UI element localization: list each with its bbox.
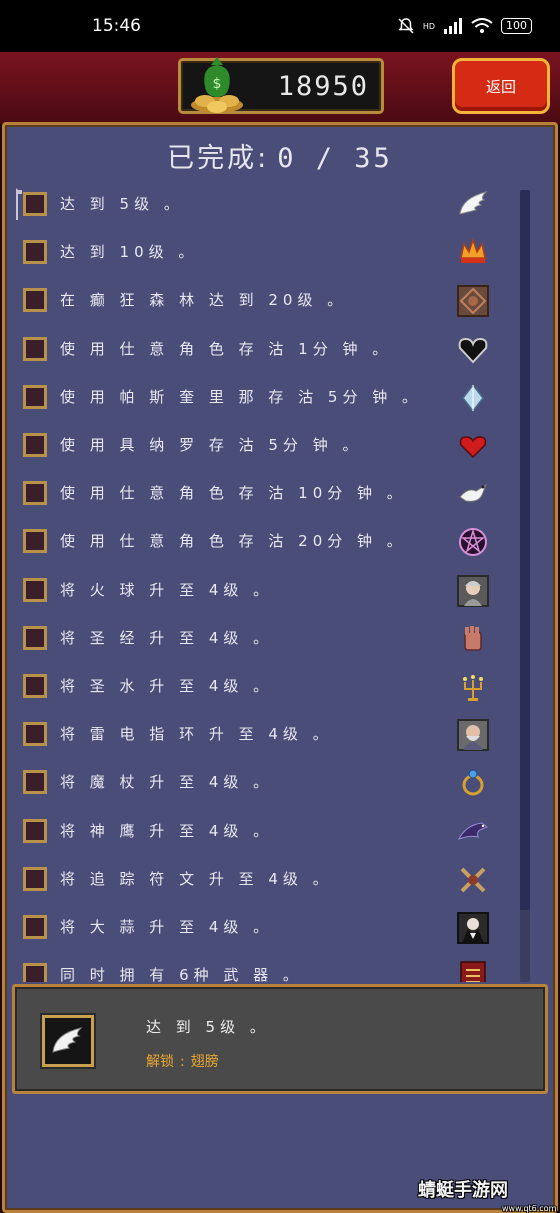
detail-icon-frame [42,1015,94,1067]
network-label: HD [422,21,435,31]
achievement-row[interactable]: 使 用 帕 斯 奎 里 那 存 沽 5分 钟 。 [0,373,520,421]
achievement-row[interactable]: 将 魔 杖 升 至 4级 。 [0,758,520,806]
forest-emblem-icon [457,285,489,318]
achievement-text: 将 魔 杖 升 至 4级 。 [60,773,274,792]
achievement-checkbox[interactable] [23,625,47,650]
status-bar: 15:46 HD 100 [0,0,560,52]
status-icons: HD 100 [397,17,532,35]
black-heart-icon [458,337,488,364]
watermark-text: 蜻蜓手游网 [418,1180,508,1201]
achievement-row[interactable]: 使 用 具 纳 罗 存 沽 5分 钟 。 [0,421,520,469]
achievement-checkbox[interactable] [23,722,47,747]
old-woman-portrait-icon [457,574,489,607]
achievement-checkbox[interactable] [23,963,47,982]
achievement-text: 在 癫 狂 森 林 达 到 20级 。 [60,291,348,310]
achievement-row[interactable]: 将 追 踪 符 文 升 至 4级 。 [0,855,520,903]
achievement-checkbox[interactable] [23,529,47,554]
achievement-text: 使 用 具 纳 罗 存 沽 5分 钟 。 [60,436,363,454]
detail-unlock: 解锁: 翅膀 [146,1051,219,1071]
achievement-row[interactable]: 达 到 5级 。 [0,180,520,228]
achievement-row[interactable]: 将 神 鹰 升 至 4级 。 [0,807,520,855]
book-icon [460,961,486,982]
gauntlet-icon [464,625,482,651]
achievement-text: 达 到 10级 。 [60,243,199,262]
back-button[interactable]: 返回 [452,58,550,114]
signal-icon [444,18,462,34]
achievement-text: 将 追 踪 符 文 升 至 4级 。 [60,869,333,888]
achievement-checkbox[interactable] [23,674,47,698]
achievement-checkbox[interactable] [23,240,47,265]
achievement-checkbox[interactable] [23,915,47,939]
achievement-row[interactable]: 将 火 球 升 至 4级 。 [0,566,520,614]
candelabra-icon [463,675,483,701]
watermark-url: www.qt6.com [502,1204,557,1213]
achievement-row[interactable]: 将 圣 水 升 至 4级 。 [0,662,520,710]
achievement-text: 使 用 帕 斯 奎 里 那 存 沽 5分 钟 。 [60,387,422,406]
crown-icon [460,237,486,264]
achievement-text: 将 雷 电 指 环 升 至 4级 。 [60,725,333,744]
dove-icon [459,483,488,503]
achievement-checkbox[interactable] [23,866,47,891]
achievement-row[interactable]: 在 癫 狂 森 林 达 到 20级 。 [0,276,520,324]
vampire-portrait-icon [457,912,489,944]
scrollbar-thumb[interactable] [520,190,530,910]
achievement-text: 同 时 拥 有 6种 武 器 。 [60,966,303,982]
achievement-list[interactable]: 达 到 5级 。达 到 10级 。在 癫 狂 森 林 达 到 20级 。使 用 … [0,180,520,982]
unlock-separator: : [180,1054,185,1070]
watermark: 蜻蜓手游网 www.qt6.com [418,1176,556,1213]
battery-icon: 100 [501,18,532,34]
achievement-checkbox[interactable] [23,770,47,795]
achievement-row[interactable]: 将 圣 经 升 至 4级 。 [0,614,520,662]
achievement-text: 达 到 5级 。 [60,195,184,213]
achievement-text: 将 圣 经 升 至 4级 。 [60,628,274,647]
achievement-checkbox[interactable] [23,192,47,216]
completed-count: 0 / 35 [277,143,393,174]
achievement-row[interactable]: 将 大 蒜 升 至 4级 。 [0,903,520,951]
achievement-checkbox[interactable] [23,481,47,506]
wing-icon [52,1027,83,1053]
unlock-value: 翅膀 [190,1054,219,1070]
achievement-checkbox[interactable] [23,577,47,602]
coin-counter: $ 18950 [178,57,384,114]
money-bag-icon: $ [191,57,243,113]
wing-icon [459,191,488,215]
red-heart-icon [459,436,487,459]
achievement-checkbox[interactable] [23,818,47,843]
achievement-row[interactable]: 使 用 仕 意 角 色 存 沽 10分 钟 。 [0,469,520,517]
achievement-text: 使 用 仕 意 角 色 存 沽 10分 钟 。 [60,484,407,503]
status-time: 15:46 [92,16,141,36]
achievement-row[interactable]: 使 用 仕 意 角 色 存 沽 1分 钟 。 [0,325,520,373]
achievement-row[interactable]: 使 用 仕 意 角 色 存 沽 20分 钟 。 [0,517,520,565]
coin-value: 18950 [277,71,369,102]
eagle-icon [457,822,488,840]
unlock-label: 解锁 [146,1054,174,1070]
wifi-icon [471,18,493,33]
achievement-row[interactable]: 达 到 10级 。 [0,228,520,276]
achievement-checkbox[interactable] [23,336,47,361]
achievement-text: 将 神 鹰 升 至 4级 。 [60,821,274,840]
achievement-text: 将 火 球 升 至 4级 。 [60,580,274,599]
achievement-row[interactable]: 同 时 拥 有 6种 武 器 。 [0,951,520,982]
completed-label: 已完成: [167,143,270,174]
achievement-row[interactable]: 将 雷 电 指 环 升 至 4级 。 [0,710,520,758]
old-man-portrait-icon [457,719,489,752]
pentagram-icon [459,528,487,557]
mute-icon [398,18,414,34]
achievement-text: 将 圣 水 升 至 4级 。 [60,677,274,695]
ring-icon [462,769,484,796]
achievement-checkbox[interactable] [23,384,47,409]
achievement-text: 将 大 蒜 升 至 4级 。 [60,918,274,936]
achievement-text: 使 用 仕 意 角 色 存 沽 1分 钟 。 [60,339,393,358]
crossed-weapons-icon [460,867,486,893]
svg-text:$: $ [213,76,222,92]
detail-description: 达 到 5级 。 [146,1018,270,1036]
achievement-checkbox[interactable] [23,288,47,313]
completed-title: 已完成: 0 / 35 [0,136,560,175]
achievement-text: 使 用 仕 意 角 色 存 沽 20分 钟 。 [60,532,407,551]
achievement-checkbox[interactable] [23,433,47,457]
crystal-icon [462,383,484,413]
